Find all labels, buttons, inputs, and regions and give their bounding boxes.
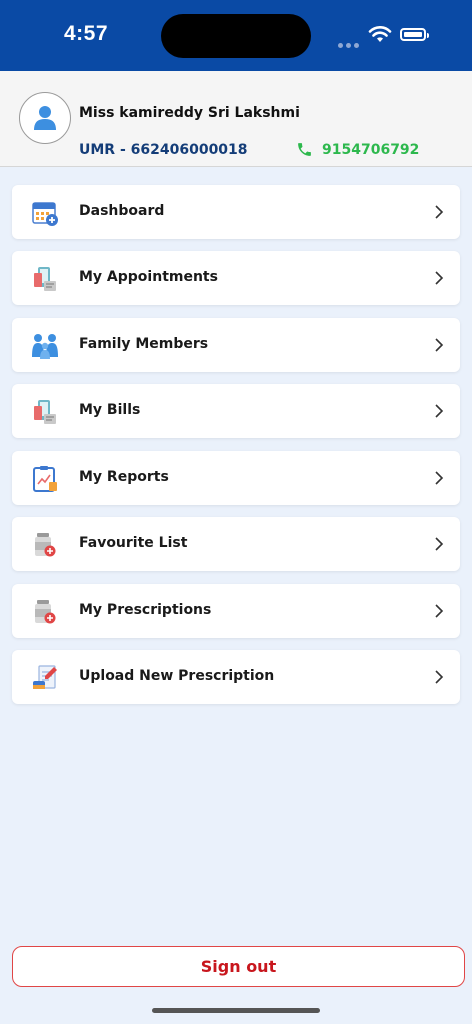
menu-item-reports[interactable]: My Reports [12,451,460,505]
calendar-icon [32,202,58,226]
user-icon [34,106,56,130]
menu-item-label: My Bills [79,402,141,418]
chevron-right-icon [435,604,444,618]
menu-item-label: My Prescriptions [79,602,212,618]
phone-text: 9154706792 [322,141,420,158]
menu-item-label: My Reports [79,469,169,485]
chevron-right-icon [435,271,444,285]
menu-item-upload-prescription[interactable]: Upload New Prescription [12,650,460,704]
chevron-right-icon [435,404,444,418]
phone-icon [298,143,311,156]
upload-prescription-icon [33,665,57,689]
menu-item-label: My Appointments [79,269,218,285]
chevron-right-icon [435,670,444,684]
menu-item-dashboard[interactable]: Dashboard [12,185,460,239]
medicine-icon [35,533,56,557]
battery-icon [400,28,429,41]
sign-out-button[interactable]: Sign out [12,946,465,987]
chevron-right-icon [435,471,444,485]
avatar[interactable] [19,92,71,144]
menu-item-label: Dashboard [79,203,165,219]
family-icon [32,334,58,359]
menu-item-label: Favourite List [79,535,188,551]
wifi-icon [368,26,392,42]
menu-item-family-members[interactable]: Family Members [12,318,460,372]
chevron-right-icon [435,537,444,551]
report-icon [33,466,57,492]
menu-item-label: Upload New Prescription [79,668,275,684]
signal-icon [338,33,362,52]
status-time: 4:57 [64,22,109,45]
appointment-icon [34,267,56,291]
phone-number[interactable]: 9154706792 [296,141,419,158]
bill-icon [34,400,56,424]
menu-item-appointments[interactable]: My Appointments [12,251,460,305]
menu-item-favourite-list[interactable]: Favourite List [12,517,460,571]
menu-item-bills[interactable]: My Bills [12,384,460,438]
menu-item-label: Family Members [79,336,209,352]
chevron-right-icon [435,205,444,219]
profile-header: Miss kamireddy Sri Lakshmi UMR - 6624060… [0,71,472,167]
chevron-right-icon [435,338,444,352]
status-bar: 4:57 [0,0,472,71]
home-indicator [152,1008,320,1013]
prescription-icon [35,600,56,624]
menu-item-prescriptions[interactable]: My Prescriptions [12,584,460,638]
dynamic-island [161,14,311,58]
user-name: Miss kamireddy Sri Lakshmi [79,105,300,121]
umr-number: UMR - 662406000018 [79,142,248,158]
